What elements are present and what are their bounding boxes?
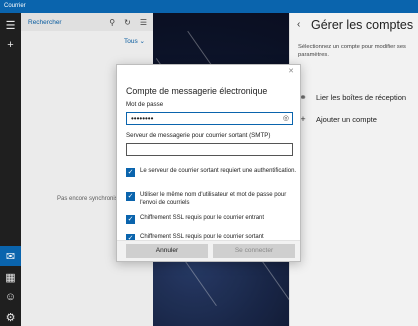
ssl-incoming-label: Chiffrement SSL requis pour le courrier … — [140, 215, 265, 221]
connect-button[interactable]: Se connecter — [213, 244, 295, 258]
hamburger-menu-icon[interactable]: ☰ — [0, 15, 21, 35]
checkmark-icon: ✓ — [126, 192, 135, 201]
reveal-password-icon[interactable]: ◎ — [283, 113, 289, 124]
password-field[interactable]: •••••••• ◎ — [126, 112, 293, 125]
password-value: •••••••• — [131, 114, 154, 123]
same-credentials-label: Utiliser le même nom d'utilisateur et mo… — [140, 192, 287, 206]
panel-title: Gérer les comptes — [311, 18, 414, 32]
back-arrow-icon[interactable]: ‹ — [297, 19, 300, 30]
link-inboxes-item[interactable]: ⚭ Lier les boîtes de réception — [298, 92, 406, 103]
settings-gear-icon[interactable]: ⚙ — [0, 307, 21, 326]
smtp-server-field[interactable] — [126, 143, 293, 156]
new-mail-icon[interactable]: + — [0, 35, 21, 55]
same-credentials-checkbox[interactable]: ✓ Utiliser le même nom d'utilisateur et … — [126, 192, 298, 207]
cancel-button[interactable]: Annuler — [126, 244, 208, 258]
email-account-dialog: ✕ Compte de messagerie électronique Mot … — [116, 64, 301, 262]
panel-description: Sélectionnez un compte pour modifier ses… — [298, 44, 406, 58]
add-account-item[interactable]: + Ajouter un compte — [298, 114, 377, 124]
close-icon[interactable]: ✕ — [288, 67, 294, 75]
link-inboxes-label: Lier les boîtes de réception — [316, 93, 407, 102]
title-bar: Courrier — [0, 0, 418, 13]
feedback-icon[interactable]: ☺ — [0, 287, 21, 307]
manage-accounts-panel: ‹ Gérer les comptes Sélectionnez un comp… — [289, 13, 418, 326]
calendar-icon[interactable]: ▦ — [0, 267, 21, 287]
mail-icon[interactable]: ✉ — [0, 246, 21, 266]
password-label: Mot de passe — [126, 101, 164, 108]
add-account-label: Ajouter un compte — [316, 114, 377, 124]
dialog-title: Compte de messagerie électronique — [126, 86, 268, 96]
dialog-button-bar: Annuler Se connecter — [117, 240, 300, 261]
checkmark-icon: ✓ — [126, 168, 135, 177]
auth-required-checkbox[interactable]: ✓ Le serveur de courrier sortant requier… — [126, 168, 298, 177]
auth-required-label: Le serveur de courrier sortant requiert … — [140, 168, 297, 174]
checkmark-icon: ✓ — [126, 215, 135, 224]
nav-rail: ☰ + ✉ ▦ ☺ ⚙ — [0, 13, 21, 326]
ssl-incoming-checkbox[interactable]: ✓ Chiffrement SSL requis pour le courrie… — [126, 215, 298, 224]
smtp-label: Serveur de messagerie pour courrier sort… — [126, 132, 271, 139]
